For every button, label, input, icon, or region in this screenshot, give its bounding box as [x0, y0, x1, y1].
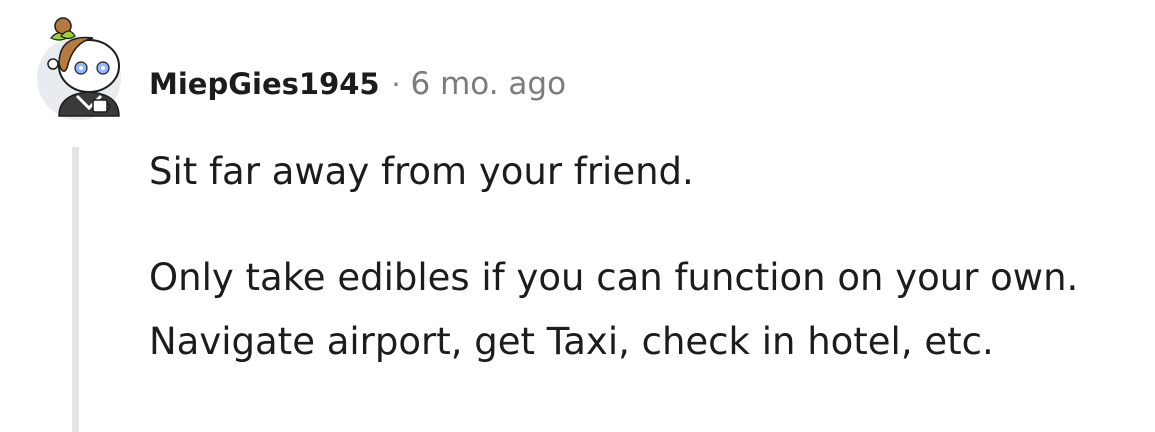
- thread-collapse-line[interactable]: [72, 147, 79, 432]
- comment: MiepGies1945 · 6 mo. ago Sit far away fr…: [0, 0, 1155, 432]
- username-link[interactable]: MiepGies1945: [149, 67, 380, 101]
- comment-meta: MiepGies1945 · 6 mo. ago: [149, 64, 566, 104]
- meta-separator: ·: [391, 67, 401, 101]
- snoo-avatar-icon: [47, 17, 120, 117]
- user-avatar[interactable]: [37, 16, 125, 124]
- comment-paragraph: Sit far away from your friend.: [149, 150, 694, 193]
- comment-timestamp[interactable]: 6 mo. ago: [411, 66, 567, 102]
- comment-body: Sit far away from your friend. Only take…: [149, 140, 1109, 374]
- comment-paragraph: Only take edibles if you can function on…: [149, 256, 1079, 363]
